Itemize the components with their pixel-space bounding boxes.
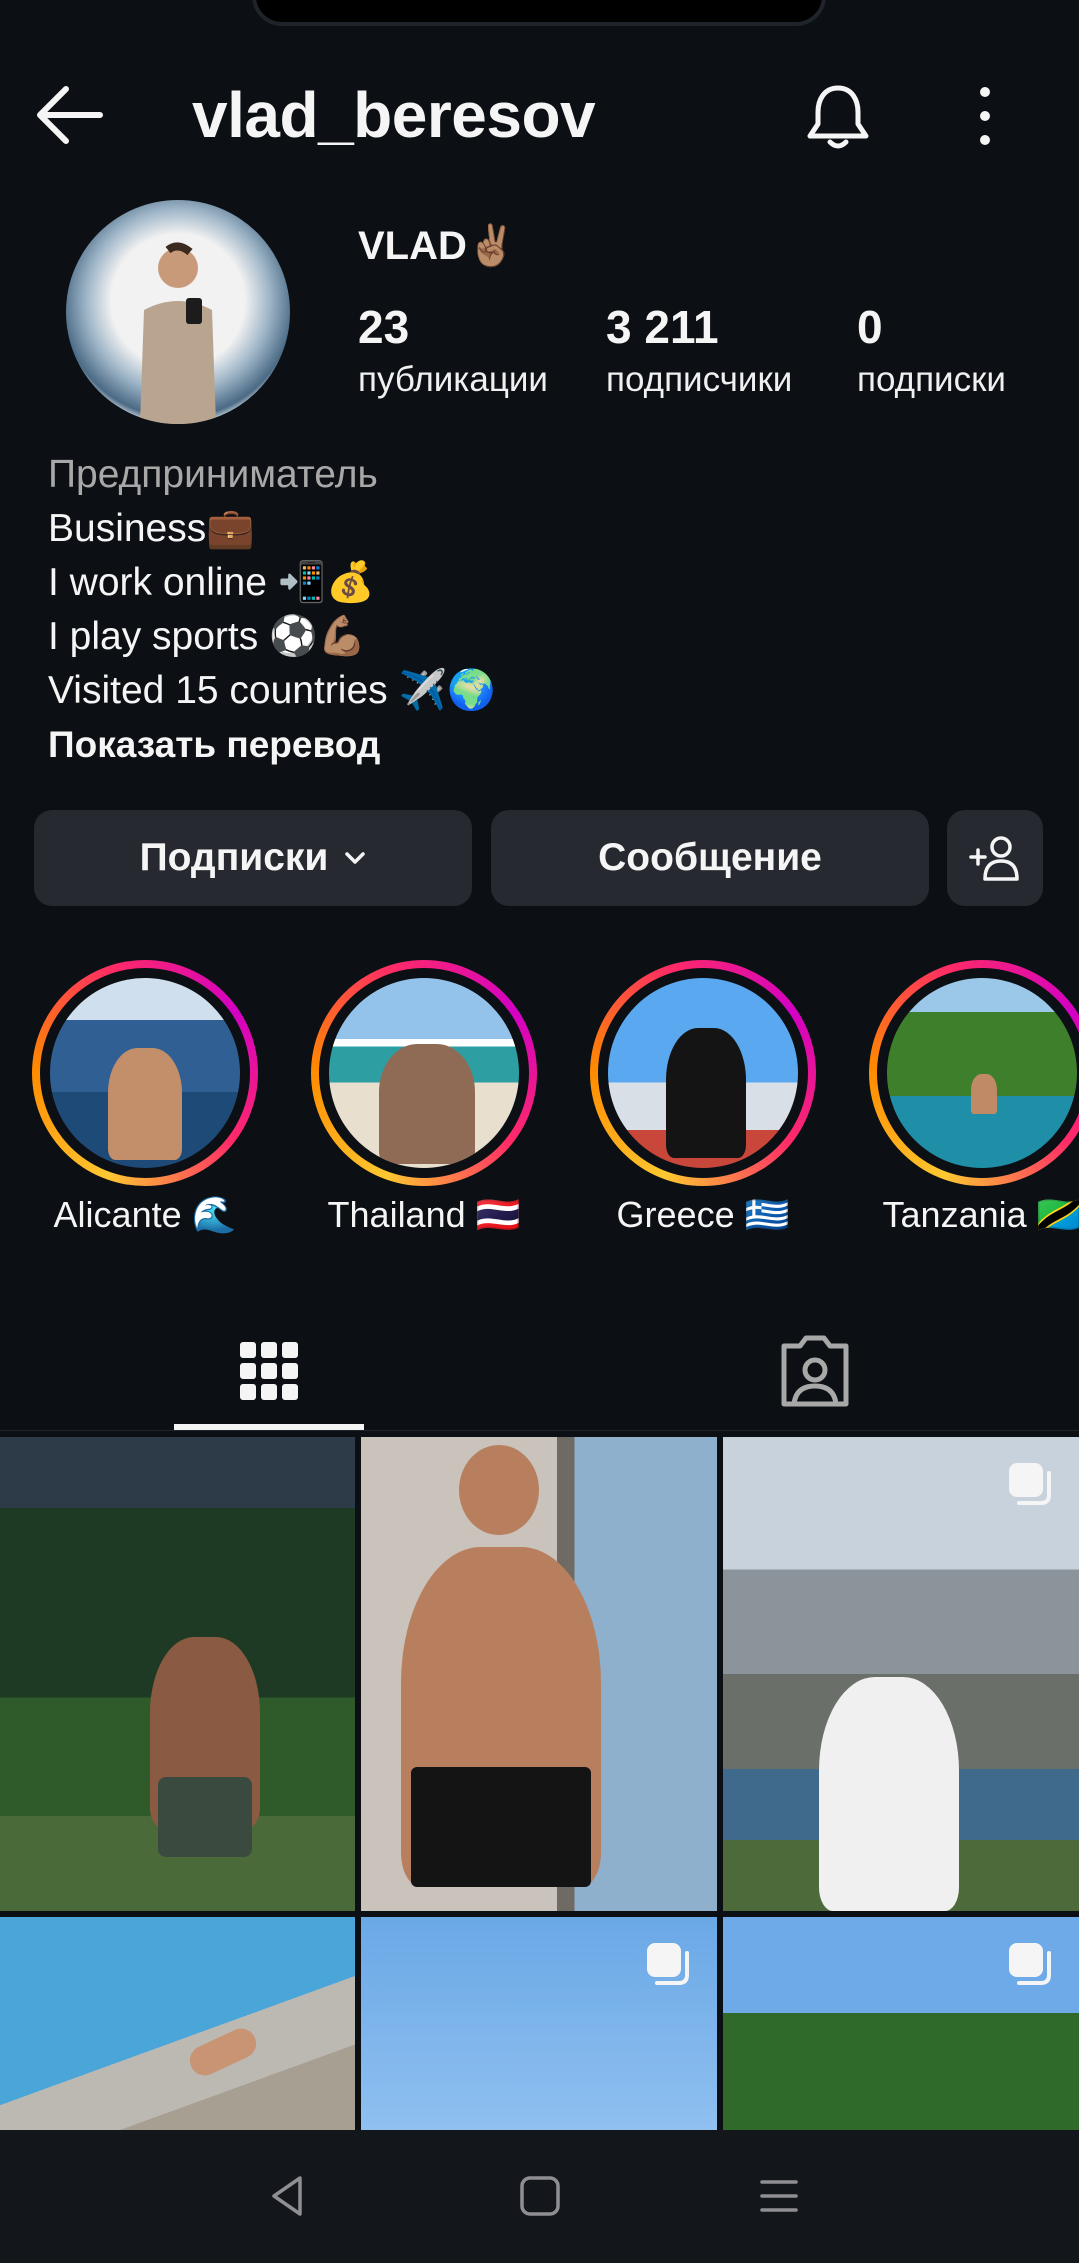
camera-notch: [252, 0, 826, 26]
post-thumbnail[interactable]: [361, 1917, 717, 2130]
arrow-left-icon[interactable]: [30, 80, 110, 150]
more-vertical-icon[interactable]: [960, 78, 1010, 154]
posts-stat[interactable]: 23 публикации: [358, 300, 548, 400]
bio-line: I play sports ⚽💪🏽: [48, 615, 367, 658]
chevron-down-icon: [345, 852, 366, 864]
bio-line: Business💼: [48, 507, 255, 550]
top-bar: vlad_beresov: [0, 60, 1079, 170]
display-name: VLAD✌🏽: [358, 224, 517, 268]
tab-posts-grid[interactable]: [174, 1318, 364, 1428]
message-button-label: Сообщение: [598, 836, 822, 879]
grid-icon: [240, 1342, 298, 1400]
following-stat[interactable]: 0 подписки: [857, 300, 1006, 400]
followers-label: подписчики: [606, 360, 793, 399]
add-user-icon: [969, 836, 1019, 881]
tab-divider: [0, 1430, 1079, 1431]
highlight-greece[interactable]: Greece 🇬🇷: [590, 960, 816, 1236]
post-thumbnail[interactable]: [723, 1437, 1079, 1911]
profile-bio: Предприниматель Business💼 I work online …: [48, 448, 1028, 772]
system-nav-bar: [0, 2130, 1079, 2263]
highlight-label: Alicante 🌊: [53, 1194, 237, 1235]
story-ring: [32, 960, 258, 1186]
story-ring: [311, 960, 537, 1186]
highlight-tanzania[interactable]: Tanzania 🇹🇿: [869, 960, 1079, 1236]
post-thumbnail[interactable]: [723, 1917, 1079, 2130]
post-thumbnail[interactable]: [361, 1437, 717, 1911]
profile-avatar[interactable]: [66, 200, 290, 424]
suggest-users-button[interactable]: [947, 810, 1043, 906]
story-ring: [869, 960, 1079, 1186]
story-ring: [590, 960, 816, 1186]
following-label: подписки: [857, 360, 1006, 399]
carousel-icon: [647, 1943, 689, 1985]
highlight-label: Greece 🇬🇷: [616, 1194, 790, 1235]
avatar-person-image: [140, 242, 216, 424]
post-thumbnail[interactable]: [0, 1437, 355, 1911]
nav-back-icon[interactable]: [264, 2170, 310, 2222]
highlight-image: [50, 978, 240, 1168]
nav-home-icon[interactable]: [514, 2170, 566, 2222]
post-thumbnail[interactable]: [0, 1917, 355, 2130]
followers-count: 3 211: [606, 301, 719, 353]
bio-line: Visited 15 countries ✈️🌍: [48, 669, 496, 712]
following-count: 0: [857, 301, 883, 353]
highlight-label: Tanzania 🇹🇿: [882, 1194, 1079, 1235]
highlight-image: [329, 978, 519, 1168]
following-button-label: Подписки: [139, 836, 329, 879]
highlight-image: [608, 978, 798, 1168]
nav-recent-apps-icon[interactable]: [756, 2170, 802, 2222]
highlight-label: Thailand 🇹🇭: [327, 1194, 521, 1235]
bell-icon[interactable]: [800, 78, 876, 154]
tab-tagged[interactable]: [720, 1318, 910, 1428]
highlight-image: [887, 978, 1077, 1168]
tagged-user-icon: [781, 1335, 849, 1407]
bio-category: Предприниматель: [48, 453, 378, 496]
profile-username: vlad_beresov: [192, 79, 596, 151]
posts-label: публикации: [358, 360, 548, 399]
carousel-icon: [1009, 1943, 1051, 1985]
followers-stat[interactable]: 3 211 подписчики: [606, 300, 792, 400]
following-button[interactable]: Подписки: [34, 810, 472, 906]
message-button[interactable]: Сообщение: [491, 810, 929, 906]
carousel-icon: [1009, 1463, 1051, 1505]
highlight-alicante[interactable]: Alicante 🌊: [32, 960, 258, 1236]
show-translation-link[interactable]: Показать перевод: [48, 718, 1028, 772]
posts-count: 23: [358, 301, 410, 353]
bio-line: I work online 📲💰: [48, 561, 375, 604]
highlight-thailand[interactable]: Thailand 🇹🇭: [311, 960, 537, 1236]
